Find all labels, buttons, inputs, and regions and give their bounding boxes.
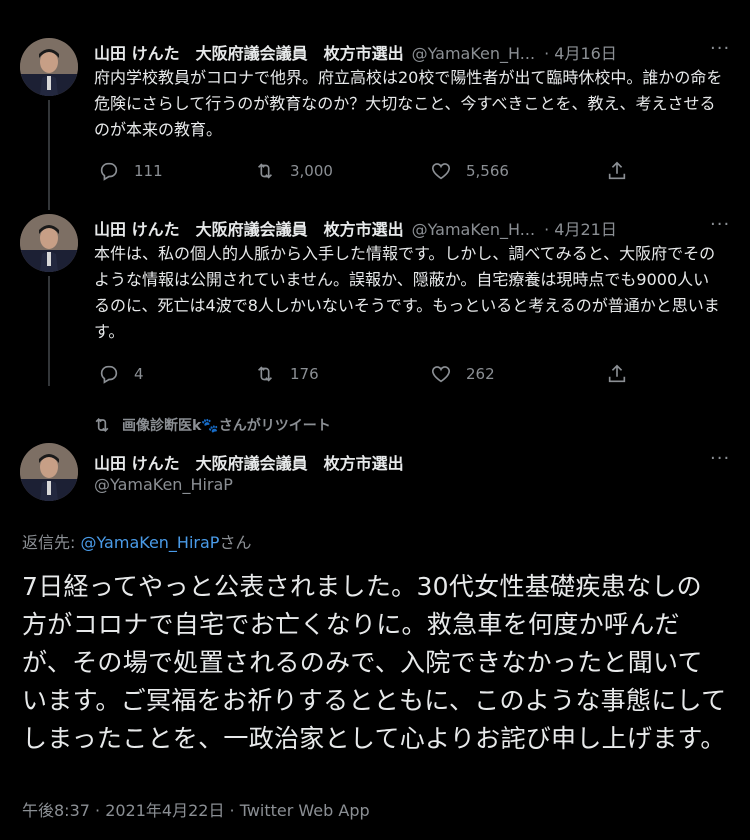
like-icon <box>431 366 451 383</box>
share-button[interactable] <box>606 363 628 385</box>
reply-to-prefix: 返信先: <box>22 533 81 552</box>
like-icon <box>431 163 451 180</box>
avatar[interactable] <box>20 443 78 501</box>
avatar[interactable] <box>20 214 78 272</box>
retweet-icon <box>257 163 273 179</box>
reply-icon <box>100 365 118 384</box>
like-button[interactable]: 5,566 <box>430 160 509 182</box>
reply-button[interactable]: 111 <box>98 160 163 182</box>
share-button[interactable] <box>606 160 628 182</box>
display-name[interactable]: 山田 けんた 大阪府議会議員 枚方市選出 <box>94 220 404 239</box>
reply-to-link[interactable]: @YamaKen_HiraP <box>80 533 219 552</box>
retweet-note[interactable]: 画像診断医k🐾さんがリツイート <box>94 415 331 435</box>
display-name[interactable]: 山田 けんた 大阪府議会議員 枚方市選出 <box>94 454 404 473</box>
reply-to-suffix: さん <box>219 533 252 552</box>
tweet-header: 山田 けんた 大阪府議会議員 枚方市選出 @YamaKen_H... · 4月16… <box>94 40 617 64</box>
tweet-text: 本件は、私の個人的人脈から入手した情報です。しかし、調べてみると、大阪府でそのよ… <box>94 244 720 341</box>
thread-line <box>48 100 50 210</box>
tweet-text: 府内学校教員がコロナで他界。府立高校は20校で陽性者が出て臨時休校中。誰かの命を… <box>94 68 723 139</box>
reply-count: 111 <box>134 162 163 180</box>
user-handle[interactable]: @YamaKen_HiraP <box>94 475 233 494</box>
tweet-meta[interactable]: 午後8:37 · 2021年4月22日 · Twitter Web App <box>22 797 370 821</box>
reply-button[interactable]: 4 <box>98 363 144 385</box>
retweet-note-text: 画像診断医k🐾さんがリツイート <box>122 418 331 434</box>
user-handle[interactable]: @YamaKen_H... <box>412 44 535 63</box>
thread-line <box>48 276 50 386</box>
retweet-button[interactable]: 3,000 <box>254 160 333 182</box>
display-name[interactable]: 山田 けんた 大阪府議会議員 枚方市選出 <box>94 44 404 63</box>
main-tweet-name: 山田 けんた 大阪府議会議員 枚方市選出 <box>94 450 404 474</box>
more-icon[interactable]: ··· <box>710 38 730 59</box>
like-button[interactable]: 262 <box>430 363 495 385</box>
reply-icon <box>100 162 118 181</box>
reply-count: 4 <box>134 365 144 383</box>
main-tweet-handle-row: @YamaKen_HiraP <box>94 475 233 494</box>
more-icon[interactable]: ··· <box>710 448 730 469</box>
tweet-date[interactable]: · 4月21日 <box>544 220 617 239</box>
tweet-actions: 4 176 262 <box>94 363 724 389</box>
retweet-count: 176 <box>290 365 319 383</box>
like-count: 262 <box>466 365 495 383</box>
share-icon <box>608 364 626 383</box>
tweet-actions: 111 3,000 5,566 <box>94 160 724 186</box>
retweet-button[interactable]: 176 <box>254 363 319 385</box>
tweet-date[interactable]: · 4月16日 <box>544 44 617 63</box>
retweet-count: 3,000 <box>290 162 333 180</box>
like-count: 5,566 <box>466 162 509 180</box>
more-icon[interactable]: ··· <box>710 214 730 235</box>
reply-to: 返信先: @YamaKen_HiraPさん <box>22 529 251 553</box>
retweet-icon <box>95 417 109 433</box>
tweet-header: 山田 けんた 大阪府議会議員 枚方市選出 @YamaKen_H... · 4月21… <box>94 216 617 240</box>
share-icon <box>608 161 626 180</box>
main-tweet-text: 7日経ってやっと公表されました。30代女性基礎疾患なしの方がコロナで自宅でお亡く… <box>22 572 727 753</box>
retweet-icon <box>257 366 273 382</box>
user-handle[interactable]: @YamaKen_H... <box>412 220 535 239</box>
avatar[interactable] <box>20 38 78 96</box>
